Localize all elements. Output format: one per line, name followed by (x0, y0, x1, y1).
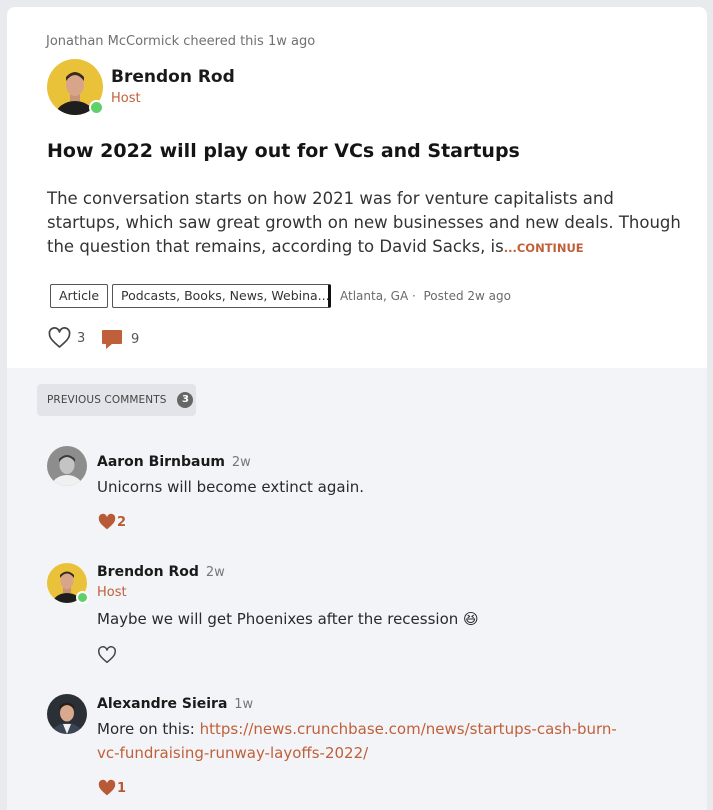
comment-author-role: Host (97, 585, 127, 600)
comment-avatar[interactable] (47, 563, 89, 604)
comment-text: More on this: https://news.crunchbase.co… (97, 717, 637, 765)
post-card: Jonathan McCormick cheered this 1w ago B… (7, 7, 707, 810)
post-body-text: The conversation starts on how 2021 was … (47, 189, 681, 256)
comment-bubble-icon (102, 330, 122, 349)
online-indicator (76, 591, 89, 604)
comment-text: Unicorns will become extinct again. (97, 478, 365, 496)
comment-button[interactable]: 9 (100, 327, 139, 351)
comment-author-name[interactable]: Alexandre Sieira (97, 696, 227, 712)
post-meta: Atlanta, GA · Posted 2w ago (340, 289, 511, 303)
avatar-photo (47, 446, 87, 486)
comments-section: PREVIOUS COMMENTS 3 Aaron Birnbaum 2w Un… (7, 368, 707, 810)
heart-filled-icon (98, 513, 116, 530)
comment-time: 2w (231, 455, 251, 470)
like-count: 3 (77, 330, 86, 346)
like-button[interactable]: 3 (47, 327, 85, 349)
continue-link[interactable]: ...CONTINUE (504, 241, 584, 255)
cheer-activity: Jonathan McCormick cheered this 1w ago (46, 34, 316, 49)
comment-time: 2w (205, 565, 225, 580)
author-name[interactable]: Brendon Rod (111, 67, 235, 87)
comment-avatar[interactable] (47, 446, 87, 486)
avatar-photo (47, 694, 87, 734)
comment-like-count: 1 (117, 780, 127, 796)
comment-author: Aaron Birnbaum 2w (97, 454, 251, 470)
author-avatar[interactable] (47, 59, 104, 115)
comment-text: Maybe we will get Phoenixes after the re… (97, 610, 479, 628)
heart-outline-icon (48, 327, 71, 348)
comment-like-button[interactable]: 1 (97, 779, 126, 797)
heart-filled-icon (98, 779, 116, 796)
previous-comments-count: 3 (177, 392, 194, 408)
comment-author-name[interactable]: Brendon Rod (97, 564, 199, 580)
meta-separator: · (412, 289, 416, 303)
comment-text-prefix: More on this: (97, 720, 200, 738)
comment-like-button[interactable]: 2 (97, 513, 126, 531)
post-title[interactable]: How 2022 will play out for VCs and Start… (47, 140, 520, 162)
comment-avatar[interactable] (47, 694, 87, 734)
tag-category[interactable]: Podcasts, Books, News, Webina... (112, 284, 331, 308)
previous-comments-button[interactable]: PREVIOUS COMMENTS 3 (37, 384, 196, 416)
comment-like-count: 2 (117, 514, 127, 530)
comment-author: Alexandre Sieira 1w (97, 696, 253, 712)
comment-author: Brendon Rod 2w (97, 564, 225, 580)
comment-like-button[interactable] (97, 646, 117, 664)
post-body: The conversation starts on how 2021 was … (47, 187, 687, 260)
post-location: Atlanta, GA (340, 289, 409, 303)
comment-author-name[interactable]: Aaron Birnbaum (97, 454, 225, 470)
comment-time: 1w (234, 697, 254, 712)
post: Jonathan McCormick cheered this 1w ago B… (7, 7, 707, 368)
heart-outline-icon (98, 646, 116, 664)
previous-comments-label: PREVIOUS COMMENTS (47, 394, 167, 406)
author-role: Host (111, 91, 141, 106)
comment-count: 9 (131, 331, 140, 347)
post-date: Posted 2w ago (423, 289, 512, 303)
online-indicator (89, 100, 104, 115)
tag-article[interactable]: Article (50, 284, 109, 308)
